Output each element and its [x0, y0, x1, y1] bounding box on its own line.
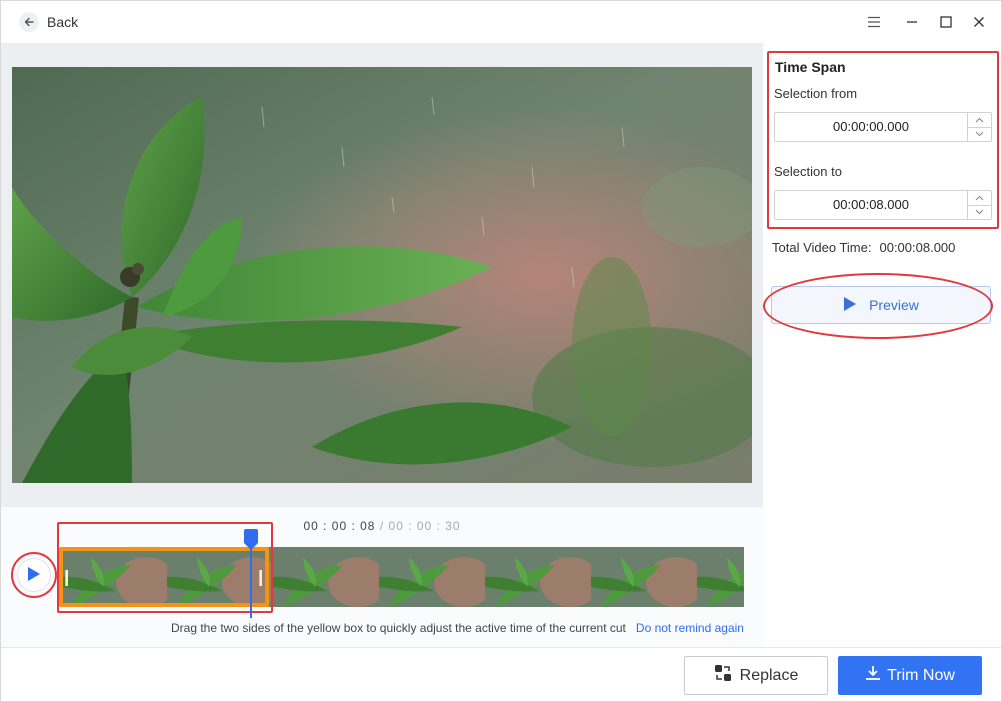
arrow-left-icon	[19, 12, 39, 32]
filmstrip-frame	[379, 547, 485, 607]
trim-now-label: Trim Now	[887, 666, 955, 684]
filmstrip-frame	[273, 547, 379, 607]
total-time-value: 00:00:08.000	[879, 240, 956, 255]
replace-label: Replace	[739, 666, 799, 684]
timeline-area: 00 : 00 : 08 / 00 : 00 : 30 Drag the two…	[1, 507, 763, 647]
chevron-down-icon[interactable]	[968, 128, 991, 142]
time-span-title: Time Span	[775, 59, 846, 75]
title-bar: Back	[1, 1, 1001, 43]
back-button[interactable]: Back	[19, 11, 78, 33]
menu-icon[interactable]	[865, 13, 883, 31]
replace-button[interactable]: Replace	[684, 656, 828, 695]
left-trim-handle[interactable]	[65, 570, 68, 586]
play-icon	[27, 566, 41, 585]
side-panel: Time Span Selection from 00:00:00.000 Se…	[763, 43, 1001, 647]
selection-from-value[interactable]: 00:00:00.000	[775, 113, 967, 141]
download-icon	[865, 665, 881, 686]
selection-to-field[interactable]: 00:00:08.000	[774, 190, 992, 220]
right-trim-handle[interactable]	[259, 570, 262, 586]
playhead-tip	[244, 543, 258, 550]
trim-selection-box[interactable]	[59, 547, 269, 607]
chevron-up-icon[interactable]	[968, 191, 991, 206]
playhead-handle[interactable]	[244, 529, 258, 543]
play-icon	[843, 296, 857, 315]
minimize-icon[interactable]	[903, 13, 921, 31]
do-not-remind-link[interactable]: Do not remind again	[636, 621, 744, 635]
trim-window: Back Time Span Selection from 00:00:00.0…	[0, 0, 1002, 702]
maximize-icon[interactable]	[937, 13, 955, 31]
total-time: 00 : 00 : 30	[388, 519, 461, 533]
video-panel	[1, 43, 763, 507]
video-preview	[12, 67, 752, 483]
filmstrip-frame	[591, 547, 697, 607]
close-icon[interactable]	[970, 13, 988, 31]
time-separator: /	[379, 519, 385, 533]
replace-icon	[714, 664, 732, 687]
current-time: 00 : 00 : 08	[303, 519, 376, 533]
total-time-label: Total Video Time:	[772, 240, 872, 255]
preview-button[interactable]: Preview	[771, 286, 991, 324]
total-video-time: Total Video Time: 00:00:08.000	[772, 240, 955, 255]
selection-to-label: Selection to	[774, 164, 842, 179]
preview-label: Preview	[869, 297, 919, 313]
chevron-up-icon[interactable]	[968, 113, 991, 128]
filmstrip-frame	[485, 547, 591, 607]
selection-from-label: Selection from	[774, 86, 858, 101]
selection-from-field[interactable]: 00:00:00.000	[774, 112, 992, 142]
play-button[interactable]	[17, 558, 51, 592]
back-label: Back	[47, 14, 79, 30]
footer-bar: Replace Trim Now	[1, 647, 1001, 701]
time-span-section: Time Span Selection from 00:00:00.000 Se…	[767, 51, 999, 229]
selection-to-value[interactable]: 00:00:08.000	[775, 191, 967, 219]
trim-hint: Drag the two sides of the yellow box to …	[171, 621, 744, 635]
trim-now-button[interactable]: Trim Now	[838, 656, 982, 695]
trim-hint-text: Drag the two sides of the yellow box to …	[171, 621, 626, 635]
chevron-down-icon[interactable]	[968, 206, 991, 220]
filmstrip-frame	[697, 547, 744, 607]
selection-from-stepper[interactable]	[967, 113, 991, 141]
selection-to-stepper[interactable]	[967, 191, 991, 219]
